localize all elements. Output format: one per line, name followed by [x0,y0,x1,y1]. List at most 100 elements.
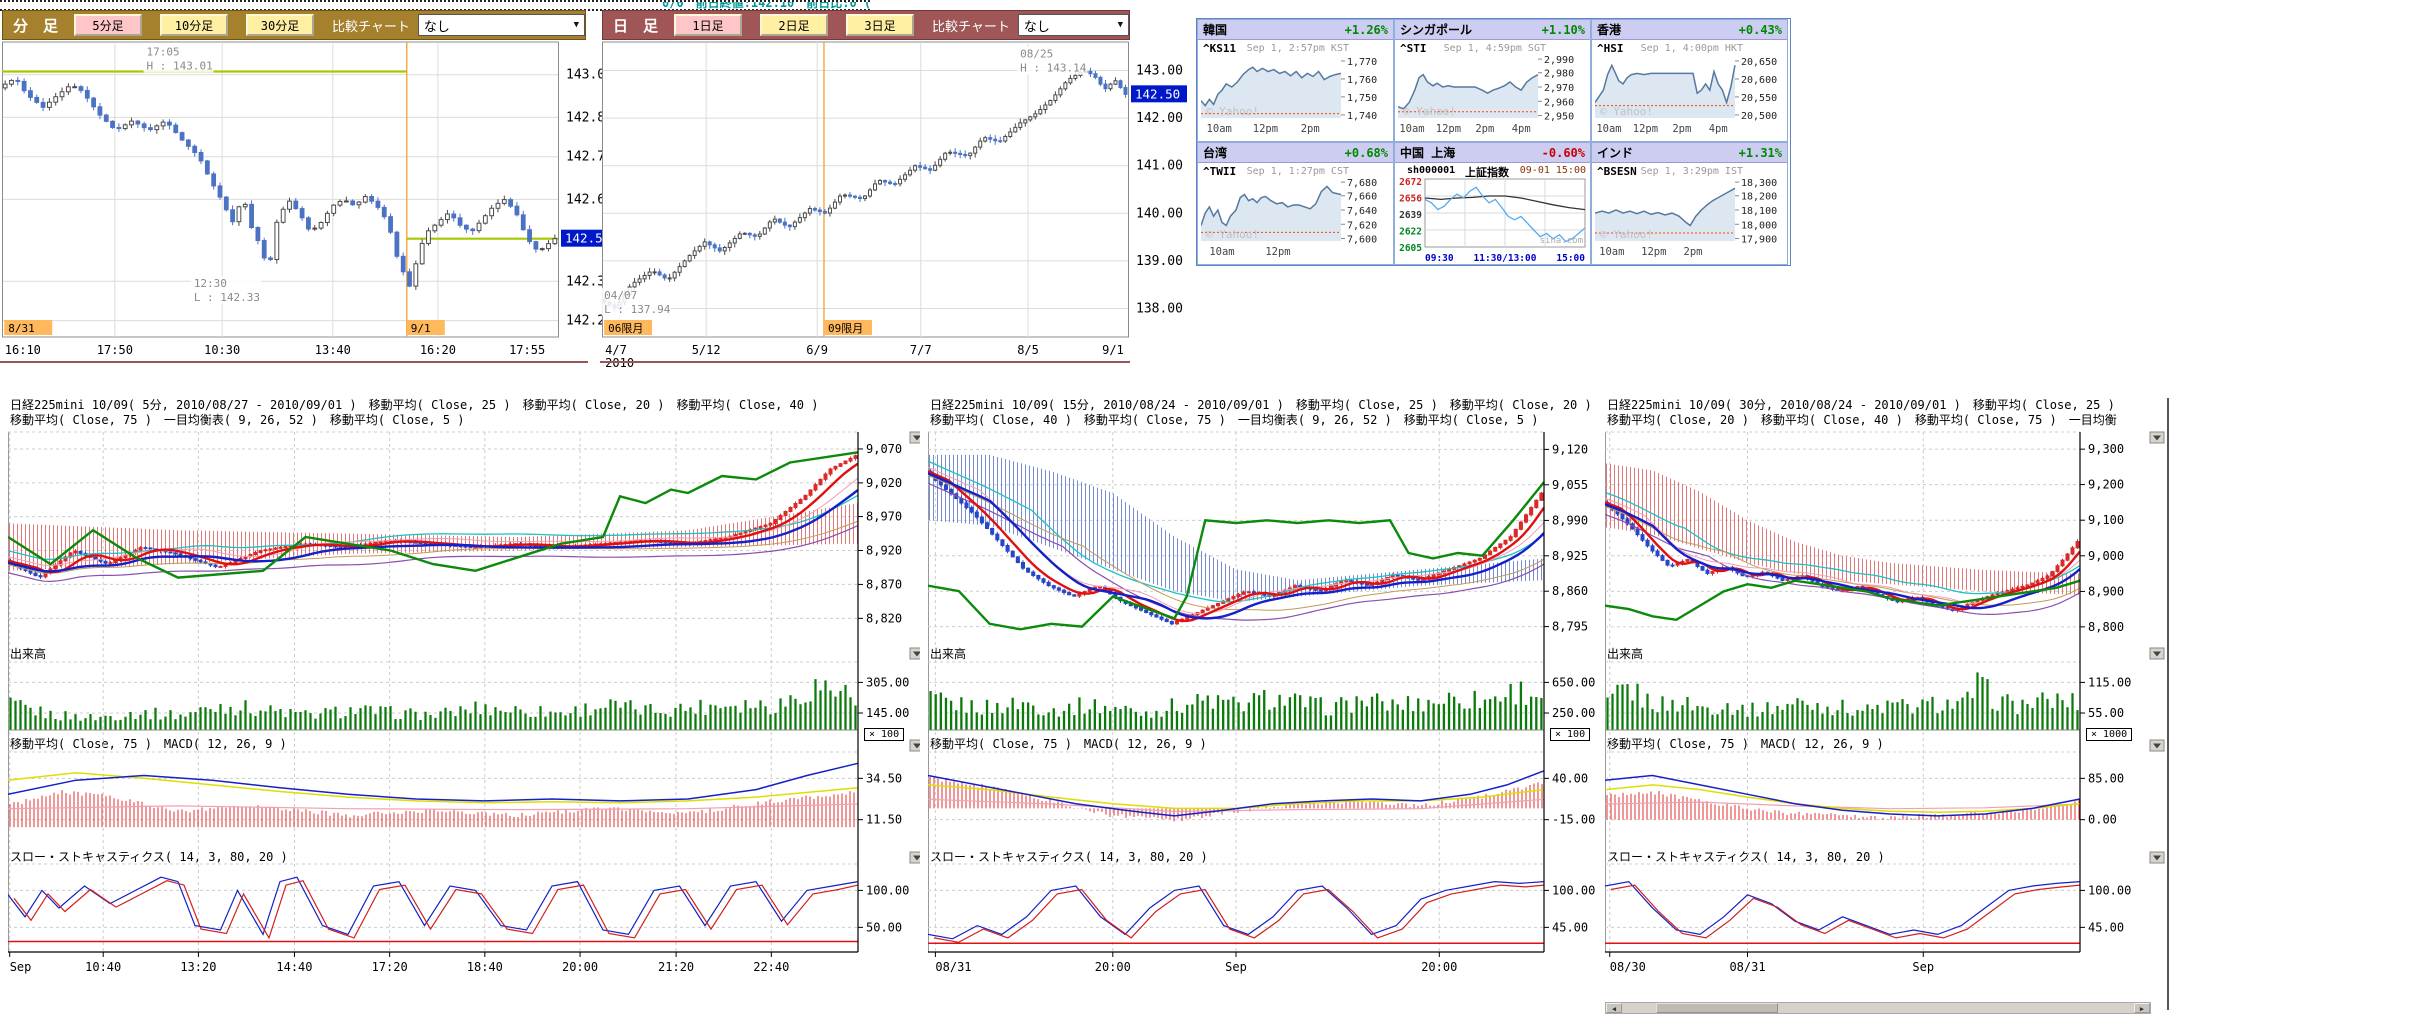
market-symbol: sh000001 [1407,165,1455,176]
svg-text:4pm: 4pm [1512,123,1531,135]
market-sparkline: © Yahoo!20,65020,60020,55020,50010am12pm… [1595,56,1785,142]
market-timestamp: Sep 1, 3:29pm IST [1641,166,1743,177]
svg-text:2pm: 2pm [1475,123,1494,135]
svg-text:9,200: 9,200 [2088,478,2124,492]
svg-text:6/9: 6/9 [806,343,828,357]
svg-text:17,900: 17,900 [1741,235,1777,246]
scroll-right-arrow-icon[interactable]: ▶ [2134,1003,2150,1013]
timeframe-button-5min[interactable]: 5分足 [74,14,142,36]
svg-text:100.00: 100.00 [2088,883,2131,897]
svg-text:Sep: Sep [1912,960,1934,974]
svg-text:7,600: 7,600 [1347,235,1377,246]
svg-text:10am: 10am [1399,123,1424,135]
daily-chart-plot[interactable]: 143.00142.00141.00140.00139.00138.0006限月… [602,40,1197,375]
svg-text:16:20: 16:20 [420,343,456,357]
panel-chart-15min[interactable]: 9,1209,0558,9908,9258,8608,795650.00250.… [928,430,1600,990]
svg-text:8,925: 8,925 [1552,549,1588,563]
svg-text:20,500: 20,500 [1741,111,1777,122]
panel-chart-5min[interactable]: 9,0709,0208,9708,9208,8708,820305.00145.… [8,430,920,990]
svg-text:9,020: 9,020 [866,476,902,490]
minute-widget-divider [0,361,588,363]
svg-text:2pm: 2pm [1301,123,1320,135]
svg-text:10am: 10am [1207,123,1232,135]
scroll-left-arrow-icon[interactable]: ◀ [1606,1003,1622,1013]
market-name: 中国 上海 [1400,144,1455,161]
svg-text:12pm: 12pm [1436,123,1461,135]
market-change-percent: +1.10% [1542,23,1585,37]
svg-text:10:30: 10:30 [204,343,240,357]
compare-chart-value: なし [424,16,450,35]
panel-chart-30min[interactable]: 9,3009,2009,1009,0008,9008,800115.0055.0… [1605,430,2170,990]
minute-chart-plot[interactable]: 143.00142.87142.75142.62142.37142.258/31… [2,40,647,375]
market-cell-korea[interactable]: 韓国+1.26% ^KS11 Sep 1, 2:57pm KST © Yahoo… [1197,19,1394,142]
svg-text:20:00: 20:00 [1095,960,1131,974]
market-change-percent: -0.60% [1542,146,1585,160]
svg-text:20,650: 20,650 [1741,57,1777,68]
svg-text:5/12: 5/12 [692,343,721,357]
svg-text:0.00: 0.00 [2088,813,2117,827]
market-name: 台湾 [1203,144,1227,161]
svg-text:100.00: 100.00 [1552,883,1595,897]
svg-text:2pm: 2pm [1672,123,1691,135]
panel-title-line2: 移動平均( Close, 40 ) 移動平均( Close, 75 ) 一目均衡… [930,411,1538,428]
svg-text:139.00: 139.00 [1136,254,1183,269]
chevron-down-icon: ▼ [574,20,579,30]
timeframe-button-10min[interactable]: 10分足 [160,14,228,36]
svg-text:8,900: 8,900 [2088,584,2124,598]
svg-text:9,055: 9,055 [1552,478,1588,492]
svg-text:9,300: 9,300 [2088,442,2124,456]
svg-text:L : 137.94: L : 137.94 [604,303,671,316]
timeframe-button-2day[interactable]: 2日足 [760,14,828,36]
compare-chart-label: 比較チャート [932,16,1010,35]
svg-text:-15.00: -15.00 [1552,813,1595,827]
svg-text:45.00: 45.00 [1552,920,1588,934]
svg-text:138.00: 138.00 [1136,301,1183,316]
svg-text:7,620: 7,620 [1347,220,1377,231]
market-change-percent: +1.31% [1739,146,1782,160]
svg-text:10am: 10am [1596,123,1621,135]
svg-text:08/31: 08/31 [1729,960,1765,974]
horizontal-scrollbar[interactable]: ◀ ▶ [1605,1002,2151,1014]
market-cell-shanghai[interactable]: 中国 上海-0.60% sh000001 上証指数 09-01 15:00 26… [1394,142,1591,265]
market-name: 韓国 [1203,21,1227,38]
market-timestamp: Sep 1, 4:00pm HKT [1641,43,1743,54]
svg-text:1,750: 1,750 [1347,93,1377,104]
market-sparkline: © Yahoo!1,7701,7601,7501,74010am12pm2pm [1201,56,1391,142]
svg-text:18,000: 18,000 [1741,220,1777,231]
svg-text:145.00: 145.00 [866,706,909,720]
svg-text:142.00: 142.00 [1136,111,1183,126]
svg-text:7,660: 7,660 [1347,192,1377,203]
compare-chart-select[interactable]: なし ▼ [418,14,585,36]
trading-workstation: 0/0 前日終値:142.10 前日比:0 (0.00%) 分 足 5分足 10… [0,0,2426,1016]
timeframe-button-3day[interactable]: 3日足 [846,14,914,36]
svg-text:4pm: 4pm [1709,123,1728,135]
svg-text:100.00: 100.00 [866,883,909,897]
svg-text:34.50: 34.50 [866,771,902,785]
svg-text:1,770: 1,770 [1347,57,1377,68]
svg-text:© Yahoo!: © Yahoo! [1600,105,1653,118]
svg-text:2010: 2010 [605,356,634,370]
svg-text:H : 143.14: H : 143.14 [1020,61,1087,74]
svg-text:12pm: 12pm [1265,246,1290,258]
svg-text:10am: 10am [1599,246,1624,258]
svg-text:14:40: 14:40 [276,960,312,974]
market-cell-singapore[interactable]: シンガポール+1.10% ^STI Sep 1, 4:59pm SGT © Ya… [1394,19,1591,142]
market-cell-india[interactable]: インド+1.31% ^BSESN Sep 1, 3:29pm IST © Yah… [1591,142,1788,265]
timeframe-button-1day[interactable]: 1日足 [674,14,742,36]
svg-text:305.00: 305.00 [866,675,909,689]
compare-chart-select[interactable]: なし ▼ [1018,14,1129,36]
svg-text:8,860: 8,860 [1552,584,1588,598]
world-markets-grid: 韓国+1.26% ^KS11 Sep 1, 2:57pm KST © Yahoo… [1196,18,1791,266]
market-timestamp: Sep 1, 4:59pm SGT [1444,43,1546,54]
svg-text:9,100: 9,100 [2088,513,2124,527]
market-cell-hongkong[interactable]: 香港+0.43% ^HSI Sep 1, 4:00pm HKT © Yahoo!… [1591,19,1788,142]
market-change-percent: +0.43% [1739,23,1782,37]
minute-chart-header: 分 足 5分足 10分足 30分足 比較チャート なし ▼ [2,10,586,40]
market-cell-taiwan[interactable]: 台湾+0.68% ^TWII Sep 1, 1:27pm CST © Yahoo… [1197,142,1394,265]
scrollbar-thumb[interactable] [1656,1003,1778,1013]
svg-text:9,120: 9,120 [1552,442,1588,456]
svg-text:8,795: 8,795 [1552,620,1588,634]
timeframe-button-30min[interactable]: 30分足 [246,14,314,36]
svg-text:Sep: Sep [1225,960,1247,974]
svg-text:7,680: 7,680 [1347,179,1377,189]
